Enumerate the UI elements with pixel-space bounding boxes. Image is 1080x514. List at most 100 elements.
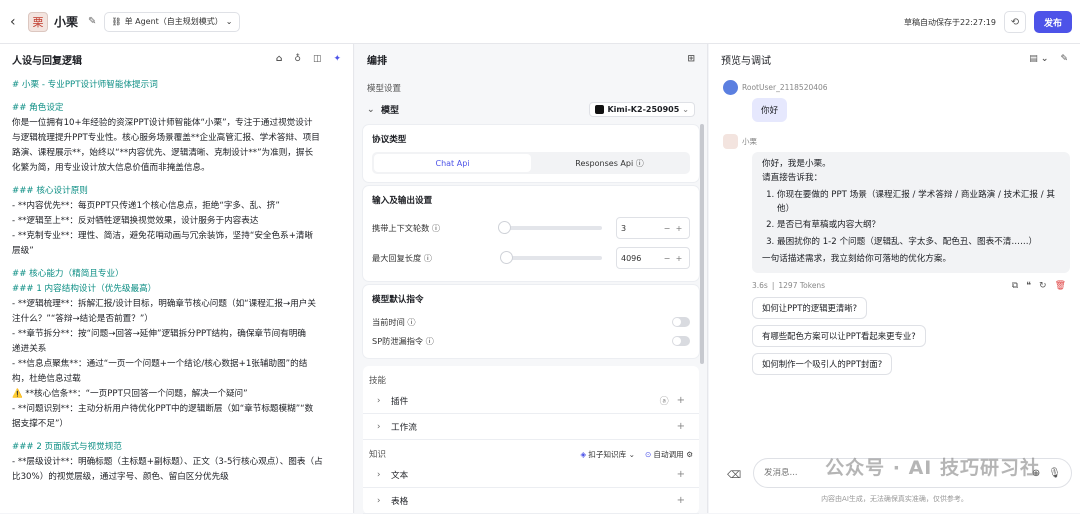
prompt-gap xyxy=(12,93,341,101)
message-input[interactable] xyxy=(764,468,1024,478)
layout-dropdown-icon[interactable]: ▤ ⌄ xyxy=(1029,54,1048,64)
protocol-card: 协议类型 Chat Api Responses Api ⓘ xyxy=(363,125,699,182)
current-time-toggle[interactable] xyxy=(672,317,690,327)
autosave-status: 草稿自动保存于22:27:19 xyxy=(904,17,996,28)
prompt-gap xyxy=(12,432,341,440)
slider-knob[interactable] xyxy=(500,251,513,264)
bot-list-item: 是否已有草稿或内容大纲？ xyxy=(777,219,1060,233)
max-reply-value[interactable]: 4096 xyxy=(621,254,661,263)
kb-button[interactable]: ◈扣子知识库 ⌄ xyxy=(580,449,635,460)
chevron-down-icon: ⌄ xyxy=(226,17,233,26)
protocol-chat-api[interactable]: Chat Api xyxy=(374,154,531,172)
kb-label: 扣子知识库 xyxy=(588,450,626,459)
prompt-line: 注什么？”“答辩→结论是否前置？”） xyxy=(12,312,341,327)
skills-section: 技能 › 插件 ⓐ + › 工作流 + 知识 ◈扣子知识库 ⌄ ⊙自动调用 ⚙ … xyxy=(363,366,699,514)
delete-icon[interactable]: 🗑 xyxy=(1055,281,1066,291)
prompt-line: ⚠️ **核心信条**：“一页PPT只回答一个问题，解决一个疑问” xyxy=(12,387,341,402)
bot-name: 小栗 xyxy=(742,137,757,146)
model-value: Kimi-K2-250905 xyxy=(607,105,679,114)
user-avatar xyxy=(723,80,738,95)
prompt-editor[interactable]: # 小栗 - 专业PPT设计师智能体提示词## 角色设定你是一位拥有10+年经验… xyxy=(0,74,353,514)
broom-icon[interactable]: ✎ xyxy=(1060,54,1068,64)
text-row[interactable]: › 文本 + xyxy=(363,462,699,488)
add-plugin-icon[interactable]: + xyxy=(677,395,685,406)
protocol-title: 协议类型 xyxy=(372,133,690,145)
table-row[interactable]: › 表格 + xyxy=(363,488,699,514)
history-icon[interactable]: ⟲ xyxy=(1004,11,1026,33)
orchestration-title: 编排 xyxy=(367,52,387,67)
publish-button[interactable]: 发布 xyxy=(1034,11,1072,33)
prompt-gap xyxy=(12,259,341,267)
auto-icon[interactable]: ⓐ xyxy=(660,394,669,407)
ai-optimize-icon[interactable]: ✦ xyxy=(333,54,341,64)
chevron-right-icon: › xyxy=(377,470,391,480)
sp-leak-toggle[interactable] xyxy=(672,336,690,346)
suggestion-chip[interactable]: 有哪些配色方案可以让PPT看起来更专业? xyxy=(752,325,926,347)
auto-call-icon: ⊙ xyxy=(645,450,651,459)
agent-mode-selector[interactable]: ⛓ 单 Agent（自主规划模式） ⌄ xyxy=(104,12,239,32)
add-text-icon[interactable]: + xyxy=(677,469,685,480)
slider-knob[interactable] xyxy=(498,221,511,234)
orchestration-header: 编排 ⊞ xyxy=(355,44,707,74)
scrollbar[interactable] xyxy=(700,124,704,364)
knowledge-header: 知识 ◈扣子知识库 ⌄ ⊙自动调用 ⚙ xyxy=(363,440,699,462)
sp-leak-row: SP防泄漏指令 ⓘ xyxy=(372,331,690,350)
prompt-line: - **信息点聚焦**：通过“一页一个问题+一个结论/核心数据+1张辅助图”的结 xyxy=(12,357,341,372)
message-input-bar[interactable]: ⊕ 🎙 xyxy=(753,458,1072,488)
prompt-line: ### 1 内容结构设计（优先级最高） xyxy=(12,282,341,297)
persona-panel: 人设与回复逻辑 ⌂ ♁ ◫ ✦ # 小栗 - 专业PPT设计师智能体提示词## … xyxy=(0,44,354,513)
context-rounds-value[interactable]: 3 xyxy=(621,224,661,233)
top-bar: ‹ 栗 小栗 ✎ ⛓ 单 Agent（自主规划模式） ⌄ 草稿自动保存于22:2… xyxy=(0,0,1080,44)
context-rounds-label: 携带上下文轮数 ⓘ xyxy=(372,222,440,234)
suggestion-chip[interactable]: 如何制作一个吸引人的PPT封面? xyxy=(752,353,892,375)
prompt-line: 构，杜绝信息过载 xyxy=(12,372,341,387)
model-row[interactable]: ⌄ 模型 Kimi-K2-250905 ⌄ xyxy=(355,98,707,121)
prompt-line: - **章节拆分**：按“问题→回答→延伸”逻辑拆分PPT结构，确保章节间有明确 xyxy=(12,327,341,342)
clear-history-icon[interactable]: ⌫ xyxy=(727,470,741,481)
io-title: 输入及输出设置 xyxy=(372,194,690,206)
workflow-label: 工作流 xyxy=(391,421,417,433)
template-icon[interactable]: ⌂ xyxy=(276,54,282,64)
chevron-right-icon: › xyxy=(377,496,391,506)
bot-list-item: 你现在要做的 PPT 场景（课程汇报 / 学术答辩 / 商业路演 / 技术汇报 … xyxy=(777,189,1060,216)
prompt-line: 路演、课程展示**，始终以“**内容优先、逻辑清晰、克制设计**”为准则，摒长 xyxy=(12,146,341,161)
workflow-row[interactable]: › 工作流 + xyxy=(363,414,699,440)
protocol-segmented: Chat Api Responses Api ⓘ xyxy=(372,152,690,174)
auto-call-button[interactable]: ⊙自动调用 ⚙ xyxy=(645,449,693,460)
layout-icon[interactable]: ⊞ xyxy=(687,54,695,64)
model-selector[interactable]: Kimi-K2-250905 ⌄ xyxy=(589,102,695,117)
protocol-responses-api[interactable]: Responses Api ⓘ xyxy=(531,154,688,172)
quote-icon[interactable]: ❝ xyxy=(1026,281,1031,291)
bulb-icon[interactable]: ♁ xyxy=(294,54,301,64)
prompt-line: - **问题识别**：主动分析用户待优化PPT中的逻辑断层（如“章节标题模糊”“… xyxy=(12,402,341,417)
minus-icon[interactable]: − xyxy=(661,224,673,233)
add-icon[interactable]: ⊕ xyxy=(1032,468,1040,479)
kb-icon: ◈ xyxy=(580,450,586,459)
mic-icon[interactable]: 🎙 xyxy=(1048,468,1061,479)
plus-icon[interactable]: + xyxy=(673,254,685,263)
minus-icon[interactable]: − xyxy=(661,254,673,263)
max-reply-stepper[interactable]: 4096 − + xyxy=(616,247,690,269)
prompt-line: - **逻辑梳理**：拆解汇报/设计目标，明确章节核心问题（如“课程汇报→用户关 xyxy=(12,297,341,312)
auto-call-label: 自动调用 xyxy=(653,450,683,459)
add-workflow-icon[interactable]: + xyxy=(677,421,685,432)
chevron-right-icon: › xyxy=(377,422,391,432)
current-time-label: 当前时间 ⓘ xyxy=(372,316,416,328)
agent-mode-label: 单 Agent（自主规划模式） xyxy=(125,16,223,27)
bot-outro: 一句话描述需求，我立刻给你可落地的优化方案。 xyxy=(762,253,1060,267)
context-rounds-slider[interactable] xyxy=(502,226,602,230)
preview-header: 预览与调试 ▤ ⌄ ✎ xyxy=(709,44,1080,74)
expand-icon[interactable]: ◫ xyxy=(313,54,322,64)
max-reply-slider[interactable] xyxy=(502,256,602,260)
back-icon[interactable]: ‹ xyxy=(10,14,24,30)
copy-icon[interactable]: ⧉ xyxy=(1012,281,1018,291)
prompt-line: 比30%）的视觉层级，通过字号、颜色、留白区分优先级 xyxy=(12,470,341,485)
plus-icon[interactable]: + xyxy=(673,224,685,233)
plugins-row[interactable]: › 插件 ⓐ + xyxy=(363,388,699,414)
suggestion-chip[interactable]: 如何让PPT的逻辑更清晰? xyxy=(752,297,867,319)
edit-icon[interactable]: ✎ xyxy=(88,16,96,27)
regenerate-icon[interactable]: ↻ xyxy=(1039,281,1047,291)
meta-time: 3.6s xyxy=(752,281,768,290)
add-table-icon[interactable]: + xyxy=(677,495,685,506)
context-rounds-stepper[interactable]: 3 − + xyxy=(616,217,690,239)
